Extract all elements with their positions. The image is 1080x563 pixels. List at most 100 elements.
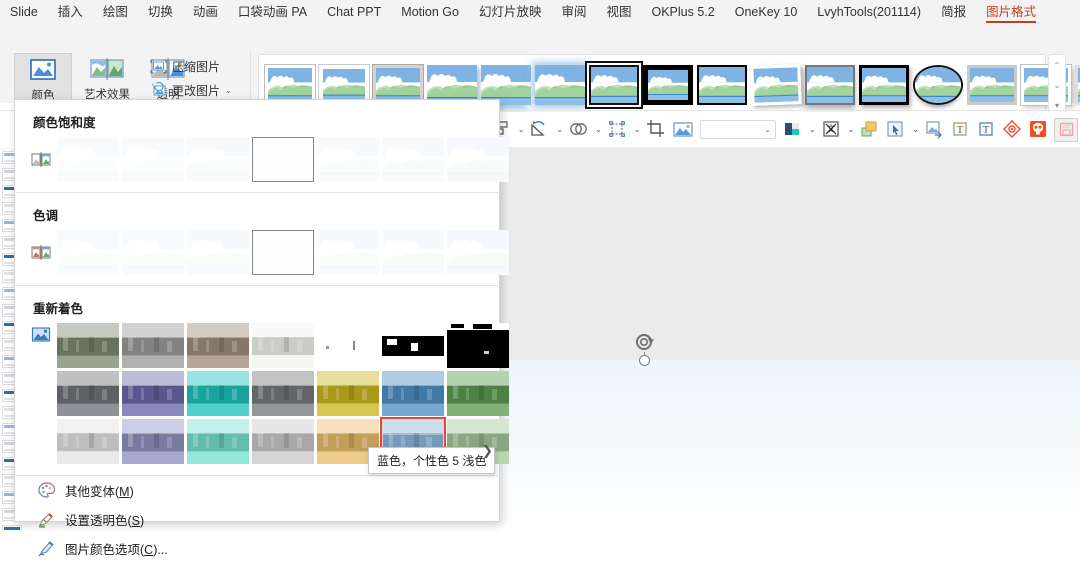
menu-tab-10[interactable]: 视图 [596,0,641,25]
recolor-washout[interactable] [252,323,314,368]
saturation-300[interactable] [382,137,444,182]
menu-tab-4[interactable]: 动画 [183,0,228,25]
picture-style-15[interactable] [1075,65,1080,105]
menu-tab-14[interactable]: 简报 [931,0,976,25]
chevron-down-icon[interactable]: ⌄ [634,125,641,134]
set-transparent-color-icon [37,510,56,529]
chevron-down-icon[interactable]: ⌄ [225,86,232,95]
tone-6500k[interactable] [252,230,314,275]
chevron-down-icon[interactable]: ⌄ [764,125,771,134]
saturation-33[interactable] [122,137,184,182]
menu-tab-8[interactable]: 幻灯片放映 [469,0,552,25]
picture-style-12[interactable] [913,65,963,105]
chevron-down-icon[interactable]: ⌄ [809,125,816,134]
dropdown-menu-item-0[interactable]: 其他变体(M) [15,476,499,505]
text-effect-icon[interactable]: T [950,119,972,141]
target-icon[interactable] [1002,119,1024,141]
menu-tab-13[interactable]: LvyhTools(201114) [807,0,931,25]
chevron-down-icon[interactable]: ⌄ [848,125,855,134]
picture-style-6[interactable] [589,65,639,105]
picture-style-8[interactable] [697,65,747,105]
skull-icon[interactable] [1028,119,1050,141]
bring-forward-icon[interactable] [859,119,881,141]
tone-7200k[interactable] [317,230,379,275]
shape-top-handle[interactable] [639,355,650,366]
crop-icon[interactable] [646,119,668,141]
picture-style-11[interactable] [859,65,909,105]
recolor-blue-accent6[interactable] [382,371,444,416]
recolor-light-teal[interactable] [187,419,249,464]
menu-tab-15[interactable]: 图片格式 [976,0,1046,25]
tone-4700k[interactable] [57,230,119,275]
dropdown-menu-item-label: 设置透明色(S) [65,514,145,528]
picture-border-combo[interactable]: ⌄ [699,120,776,139]
picture-style-9[interactable] [750,64,802,106]
recolor-dark-gray-accent1[interactable] [57,371,119,416]
menu-tab-12[interactable]: OneKey 10 [725,0,808,25]
save-plugin-icon[interactable] [1054,117,1078,142]
gallery-more-icon[interactable]: ▾ [1055,101,1059,110]
text-box-icon[interactable]: 文 [821,119,843,141]
gallery-scrollbar[interactable]: ⌃ ⌄ ▾ [1048,54,1066,116]
scroll-down-icon[interactable]: ⌄ [1054,81,1061,90]
chevron-down-icon[interactable]: ⌄ [912,125,919,134]
compress-picture-button[interactable]: 压缩图片 [150,54,220,78]
saturation-100[interactable] [252,137,314,182]
recolor-light-gray2[interactable] [252,419,314,464]
dropdown-menu-item-2[interactable]: 图片颜色选项(C)... [15,534,499,563]
menu-tab-11[interactable]: OKPlus 5.2 [642,0,725,25]
recolor-light-purple[interactable] [122,419,184,464]
menu-tab-3[interactable]: 切换 [138,0,183,25]
saturation-thumbs-row[interactable] [15,137,509,192]
menu-tab-5[interactable]: 口袋动画 PA [228,0,317,25]
recolor-black[interactable] [447,323,509,368]
merge-shapes-icon[interactable] [568,119,590,141]
recolor-white[interactable] [317,323,379,368]
insert-picture-icon[interactable] [672,119,694,141]
recolor-teal-accent3[interactable] [187,371,249,416]
saturation-66[interactable] [187,137,249,182]
recolor-gray-accent4[interactable] [252,371,314,416]
chevron-down-icon[interactable]: ⌄ [518,125,525,134]
recolor-sepia[interactable] [187,323,249,368]
svg-text:T: T [983,124,990,136]
chevron-down-icon[interactable]: ⌄ [556,125,563,134]
picture-export-icon[interactable] [924,119,946,141]
tone-8800k[interactable] [382,230,444,275]
picture-style-7[interactable] [643,65,693,105]
picture-style-5[interactable] [535,65,585,105]
tone-5900k[interactable] [187,230,249,275]
saturation-400[interactable] [447,137,509,182]
menu-tab-0[interactable]: Slide [0,0,48,25]
saturation-0[interactable] [57,137,119,182]
recolor-light-gray[interactable] [57,419,119,464]
rotate-objects-icon[interactable] [529,119,551,141]
menu-tab-2[interactable]: 绘图 [93,0,138,25]
recolor-grid[interactable] [15,323,509,467]
compress-picture-label: 压缩图片 [172,59,221,74]
recolor-gold-accent5[interactable] [317,371,379,416]
recolor-black-white[interactable] [382,323,444,368]
selection-pane-icon[interactable] [607,119,629,141]
recolor-grayscale[interactable] [122,323,184,368]
chevron-down-icon[interactable]: ⌄ [595,125,602,134]
svg-text:T: T [957,124,964,136]
menu-tab-1[interactable]: 插入 [48,0,93,25]
menu-tab-6[interactable]: Chat PPT [317,0,391,25]
recolor-purple-accent2[interactable] [122,371,184,416]
picture-style-13[interactable] [967,65,1017,105]
tone-thumbs-row[interactable] [15,230,509,285]
picture-style-10[interactable] [805,65,855,105]
text-frame-icon[interactable]: T [976,119,998,141]
scroll-up-icon[interactable]: ⌃ [1054,61,1061,70]
select-objects-icon[interactable] [885,119,907,141]
rotate-handle-icon[interactable] [633,330,657,354]
menu-tab-7[interactable]: Motion Go [391,0,469,25]
tone-11200k[interactable] [447,230,509,275]
color-palette-icon[interactable] [782,119,804,141]
saturation-200[interactable] [317,137,379,182]
tone-5300k[interactable] [122,230,184,275]
menu-tab-9[interactable]: 审阅 [551,0,596,25]
recolor-none[interactable] [57,323,119,368]
recolor-green-accent7[interactable] [447,371,509,416]
